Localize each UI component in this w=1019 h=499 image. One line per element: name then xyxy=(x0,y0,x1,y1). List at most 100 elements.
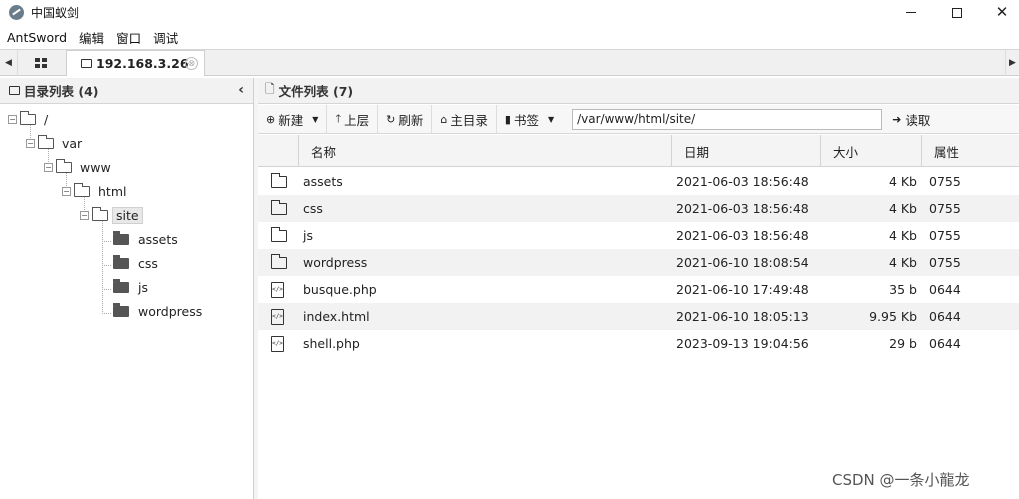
tree-node-assets[interactable]: assets xyxy=(113,229,178,249)
file-grid-header: 名称 日期 大小 属性 xyxy=(258,135,1019,167)
tree-node-label: html xyxy=(98,183,127,199)
file-attr: 0755 xyxy=(929,228,961,243)
file-size: 29 b xyxy=(889,336,917,351)
tab-scroll-left-button[interactable]: ◀ xyxy=(0,50,18,76)
file-name: assets xyxy=(303,174,343,189)
tree-node-css[interactable]: css xyxy=(113,253,158,273)
column-header-size[interactable]: 大小 xyxy=(820,135,921,167)
new-button[interactable]: ⊕ 新建 ▼ xyxy=(258,104,328,134)
caret-down-icon: ▼ xyxy=(547,114,555,124)
tree-expander-icon[interactable]: − xyxy=(80,210,89,220)
bookmark-button[interactable]: ▮ 书签 ▼ xyxy=(497,105,562,134)
file-date: 2023-09-13 19:04:56 xyxy=(676,336,809,351)
menu-bar: AntSword 编辑 窗口 调试 xyxy=(0,26,1019,48)
table-row[interactable]: css 2021-06-03 18:56:48 4 Kb 0755 xyxy=(258,195,1019,222)
menu-antsword[interactable]: AntSword xyxy=(7,30,67,45)
home-dir-button-label: 主目录 xyxy=(450,112,488,128)
file-size: 4 Kb xyxy=(888,174,917,189)
tree-node-root[interactable]: − / xyxy=(8,109,48,129)
tab-bar: ◀ 192.168.3.26 ⊗ ▶ xyxy=(0,49,1019,76)
path-input[interactable] xyxy=(572,108,883,130)
grid-icon xyxy=(35,58,47,68)
home-dir-button[interactable]: ⌂ 主目录 xyxy=(432,104,497,134)
tree-node-site[interactable]: − site xyxy=(80,205,143,225)
caret-left-icon: ◀ xyxy=(5,58,12,68)
file-date: 2021-06-10 18:08:54 xyxy=(676,255,809,270)
tree-connector xyxy=(102,241,111,242)
tab-home[interactable] xyxy=(22,50,60,76)
tree-node-wordpress[interactable]: wordpress xyxy=(113,301,202,321)
arrow-right-icon: ➜ xyxy=(892,112,902,126)
tab-close-button[interactable]: ⊗ xyxy=(185,57,198,70)
file-attr: 0755 xyxy=(929,201,961,216)
tree-expander-icon[interactable]: − xyxy=(8,114,17,124)
file-date: 2021-06-03 18:56:48 xyxy=(676,201,809,216)
tree-node-html[interactable]: − html xyxy=(62,181,126,201)
caret-right-icon: ▶ xyxy=(1009,58,1016,68)
table-row[interactable]: </> index.html 2021-06-10 18:05:13 9.95 … xyxy=(258,303,1019,330)
tree-node-var[interactable]: − var xyxy=(26,133,82,153)
collapse-panel-button[interactable]: ‹ xyxy=(238,82,244,98)
folder-icon xyxy=(113,230,129,245)
file-name: shell.php xyxy=(303,336,360,351)
tree-node-label: css xyxy=(138,255,158,271)
close-window-button[interactable]: ✕ xyxy=(979,0,1019,25)
tree-node-label: www xyxy=(80,159,111,175)
file-name: css xyxy=(303,201,323,216)
tree-expander-icon[interactable]: − xyxy=(26,138,35,148)
menu-edit[interactable]: 编辑 xyxy=(79,28,104,47)
table-row[interactable]: js 2021-06-03 18:56:48 4 Kb 0755 xyxy=(258,222,1019,249)
menu-window[interactable]: 窗口 xyxy=(116,28,141,47)
file-name: busque.php xyxy=(303,282,377,297)
window-title: 中国蚁剑 xyxy=(31,6,80,20)
watermark: CSDN @一条小龍龙 xyxy=(832,471,970,489)
table-row[interactable]: wordpress 2021-06-10 18:08:54 4 Kb 0755 xyxy=(258,249,1019,276)
file-name: wordpress xyxy=(303,255,368,270)
file-size: 35 b xyxy=(889,282,917,297)
up-button[interactable]: 🡑 上层 xyxy=(327,104,379,134)
minimize-button[interactable] xyxy=(888,0,934,25)
menu-debug[interactable]: 调试 xyxy=(153,28,178,47)
table-row[interactable]: assets 2021-06-03 18:56:48 4 Kb 0755 xyxy=(258,168,1019,195)
refresh-button[interactable]: ↻ 刷新 xyxy=(378,104,433,134)
tree-node-label: / xyxy=(44,111,49,127)
directory-panel-title: 目录列表 (4) xyxy=(24,84,99,99)
folder-icon xyxy=(9,86,20,95)
folder-open-icon xyxy=(56,158,72,173)
tree-connector xyxy=(102,265,111,266)
tab-host[interactable]: 192.168.3.26 ⊗ xyxy=(66,50,205,76)
tree-node-label: js xyxy=(138,279,148,295)
code-file-icon: </> xyxy=(271,308,284,325)
bookmark-button-label: 书签 xyxy=(513,112,539,128)
column-header-name[interactable]: 名称 xyxy=(298,135,671,167)
minimize-icon xyxy=(906,12,916,13)
file-attr: 0755 xyxy=(929,174,961,189)
tree-expander-icon[interactable]: − xyxy=(44,162,53,172)
folder-icon xyxy=(113,278,129,293)
code-file-icon: </> xyxy=(271,281,284,298)
file-name: js xyxy=(303,228,313,243)
read-button[interactable]: ➜ 读取 xyxy=(892,110,930,129)
column-header-date[interactable]: 日期 xyxy=(671,135,820,167)
file-attr: 0755 xyxy=(929,255,961,270)
maximize-icon xyxy=(952,7,962,18)
table-row[interactable]: </> shell.php 2023-09-13 19:04:56 29 b 0… xyxy=(258,330,1019,357)
file-size: 4 Kb xyxy=(888,228,917,243)
directory-tree: − / − var − www − html − site assets css… xyxy=(0,105,253,499)
directory-panel-header: 目录列表 (4) ‹ xyxy=(0,78,253,104)
title-bar: 中国蚁剑 ✕ xyxy=(0,0,1019,25)
maximize-button[interactable] xyxy=(934,0,980,25)
file-list-panel-header: 🗋 文件列表 (7) xyxy=(258,78,1019,104)
tree-node-js[interactable]: js xyxy=(113,277,148,297)
table-row[interactable]: </> busque.php 2021-06-10 17:49:48 35 b … xyxy=(258,276,1019,303)
column-header-attr[interactable]: 属性 xyxy=(921,135,1019,167)
code-file-icon: </> xyxy=(271,335,284,352)
file-list-panel-title: 文件列表 (7) xyxy=(278,84,354,99)
tree-node-label: site xyxy=(112,206,143,224)
tree-expander-icon[interactable]: − xyxy=(62,186,71,196)
arrow-up-icon: 🡑 xyxy=(335,111,342,125)
tree-node-www[interactable]: − www xyxy=(44,157,111,177)
file-grid-body: assets 2021-06-03 18:56:48 4 Kb 0755 css… xyxy=(258,168,1019,499)
file-list-panel: 🗋 文件列表 (7) ⊕ 新建 ▼ 🡑 上层 ↻ 刷新 ⌂ 主目录 ▮ 书签 ▼… xyxy=(258,78,1019,499)
tab-scroll-right-button[interactable]: ▶ xyxy=(1005,50,1019,76)
